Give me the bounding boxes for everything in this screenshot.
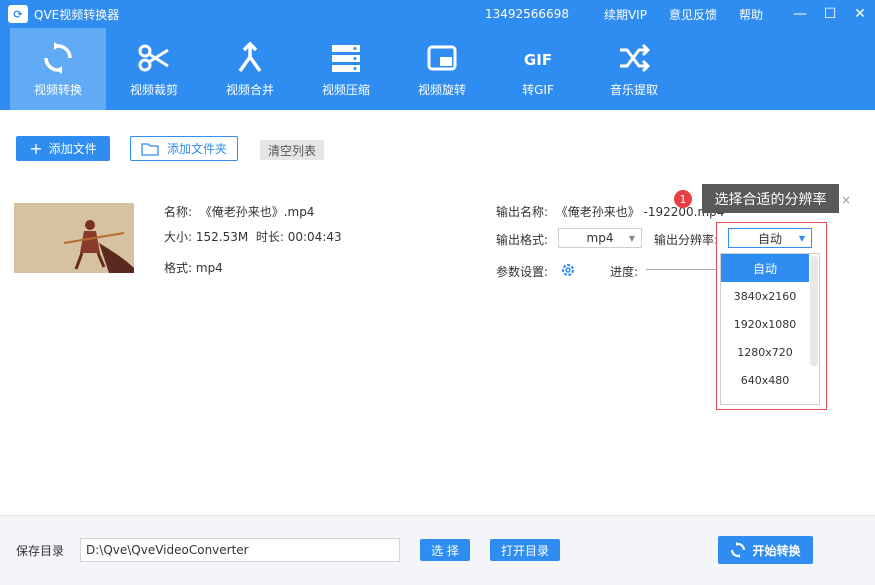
video-thumbnail xyxy=(14,203,134,273)
resolution-option[interactable]: 1920x1080 xyxy=(721,310,809,338)
tool-tabs: 视频转换 视频裁剪 视频合并 视频压缩 视频旋转 GIF 转GIF 音乐提取 xyxy=(0,28,875,110)
save-dir-input[interactable]: D:\Qve\QveVideoConverter xyxy=(80,538,400,562)
folder-icon xyxy=(141,142,159,156)
progress-label: 进度: xyxy=(610,265,639,279)
resolution-option[interactable]: 3840x2160 xyxy=(721,282,809,310)
plus-icon: + xyxy=(29,139,43,158)
tab-label: 视频旋转 xyxy=(417,82,466,97)
tab-label: 视频压缩 xyxy=(321,82,370,97)
choose-dir-button[interactable]: 选 择 xyxy=(420,539,470,561)
file-name: 名称: 《俺老孙来也》.mp4 xyxy=(164,205,315,219)
account-phone[interactable]: 13492566698 xyxy=(485,7,569,21)
add-file-button[interactable]: + 添加文件 xyxy=(16,136,110,161)
add-file-label: 添加文件 xyxy=(48,142,97,156)
gear-icon[interactable] xyxy=(560,262,576,278)
shuffle-icon xyxy=(620,43,651,72)
add-folder-button[interactable]: 添加文件夹 xyxy=(130,136,238,161)
tab-video-convert[interactable]: 视频转换 xyxy=(10,28,106,110)
refresh-icon xyxy=(44,41,72,74)
maximize-icon[interactable]: ☐ xyxy=(815,0,845,28)
output-format-value: mp4 xyxy=(586,231,614,245)
rotate-icon xyxy=(427,45,457,70)
tab-label: 视频转换 xyxy=(33,82,82,97)
resolution-option[interactable]: 自动 xyxy=(721,254,809,282)
tab-label: 转GIF xyxy=(522,82,554,97)
start-convert-button[interactable]: 开始转换 xyxy=(718,536,813,564)
output-resolution-label: 输出分辨率: xyxy=(654,233,719,247)
app-logo-icon: ⟳ xyxy=(8,5,28,23)
tab-video-merge[interactable]: 视频合并 xyxy=(202,28,298,110)
renew-vip-link[interactable]: 续期VIP xyxy=(604,6,647,23)
file-format: 格式: mp4 xyxy=(164,261,223,275)
resolution-option[interactable]: 1280x720 xyxy=(721,338,809,366)
progress-bar xyxy=(646,269,716,270)
compress-icon xyxy=(332,44,360,72)
output-resolution-select[interactable]: 自动 ▼ xyxy=(728,228,812,248)
output-name: 输出名称: 《俺老孙来也》 -192200.mp4 xyxy=(496,205,725,219)
resolution-option[interactable]: 640x480 xyxy=(721,366,809,394)
tooltip: 选择合适的分辨率 xyxy=(702,184,839,213)
open-dir-button[interactable]: 打开目录 xyxy=(490,539,560,561)
tab-video-rotate[interactable]: 视频旋转 xyxy=(394,28,490,110)
scissors-icon xyxy=(138,44,169,71)
tab-video-crop[interactable]: 视频裁剪 xyxy=(106,28,202,110)
output-format-select[interactable]: mp4 ▼ xyxy=(558,228,642,248)
output-format-label: 输出格式: xyxy=(496,233,549,247)
close-icon[interactable]: ✕ xyxy=(845,0,875,28)
resolution-dropdown-list: 自动 3840x2160 1920x1080 1280x720 640x480 … xyxy=(720,253,820,405)
tab-music-extract[interactable]: 音乐提取 xyxy=(586,28,682,110)
params-label: 参数设置: xyxy=(496,265,549,279)
tab-label: 视频合并 xyxy=(225,82,274,97)
svg-text:GIF: GIF xyxy=(524,51,552,69)
gif-icon: GIF xyxy=(524,51,552,69)
resolution-option[interactable]: 480x360 xyxy=(721,394,809,405)
add-folder-label: 添加文件夹 xyxy=(166,142,227,156)
app-title: QVE视频转换器 xyxy=(34,7,120,22)
save-dir-label: 保存目录 xyxy=(16,544,65,558)
step-badge: 1 xyxy=(674,190,692,208)
dropdown-scrollbar[interactable] xyxy=(810,256,818,366)
chevron-down-icon: ▼ xyxy=(628,234,635,243)
tab-to-gif[interactable]: GIF 转GIF xyxy=(490,28,586,110)
help-link[interactable]: 帮助 xyxy=(739,6,763,23)
tab-label: 音乐提取 xyxy=(609,82,658,97)
start-convert-label: 开始转换 xyxy=(752,543,801,558)
refresh-icon xyxy=(731,542,746,558)
file-size-duration: 大小: 152.53M 时长: 00:04:43 xyxy=(164,230,342,244)
tooltip-close-icon[interactable]: × xyxy=(841,193,851,207)
minimize-icon[interactable]: — xyxy=(785,0,815,28)
tab-label: 视频裁剪 xyxy=(129,82,178,97)
merge-icon xyxy=(238,41,262,72)
title-bar: ⟳ QVE视频转换器 13492566698 续期VIP 意见反馈 帮助 — ☐… xyxy=(0,0,875,28)
output-resolution-value: 自动 xyxy=(757,231,782,246)
feedback-link[interactable]: 意见反馈 xyxy=(669,6,717,23)
clear-list-button[interactable]: 清空列表 xyxy=(260,140,324,160)
tab-video-compress[interactable]: 视频压缩 xyxy=(298,28,394,110)
chevron-down-icon: ▼ xyxy=(798,234,805,243)
